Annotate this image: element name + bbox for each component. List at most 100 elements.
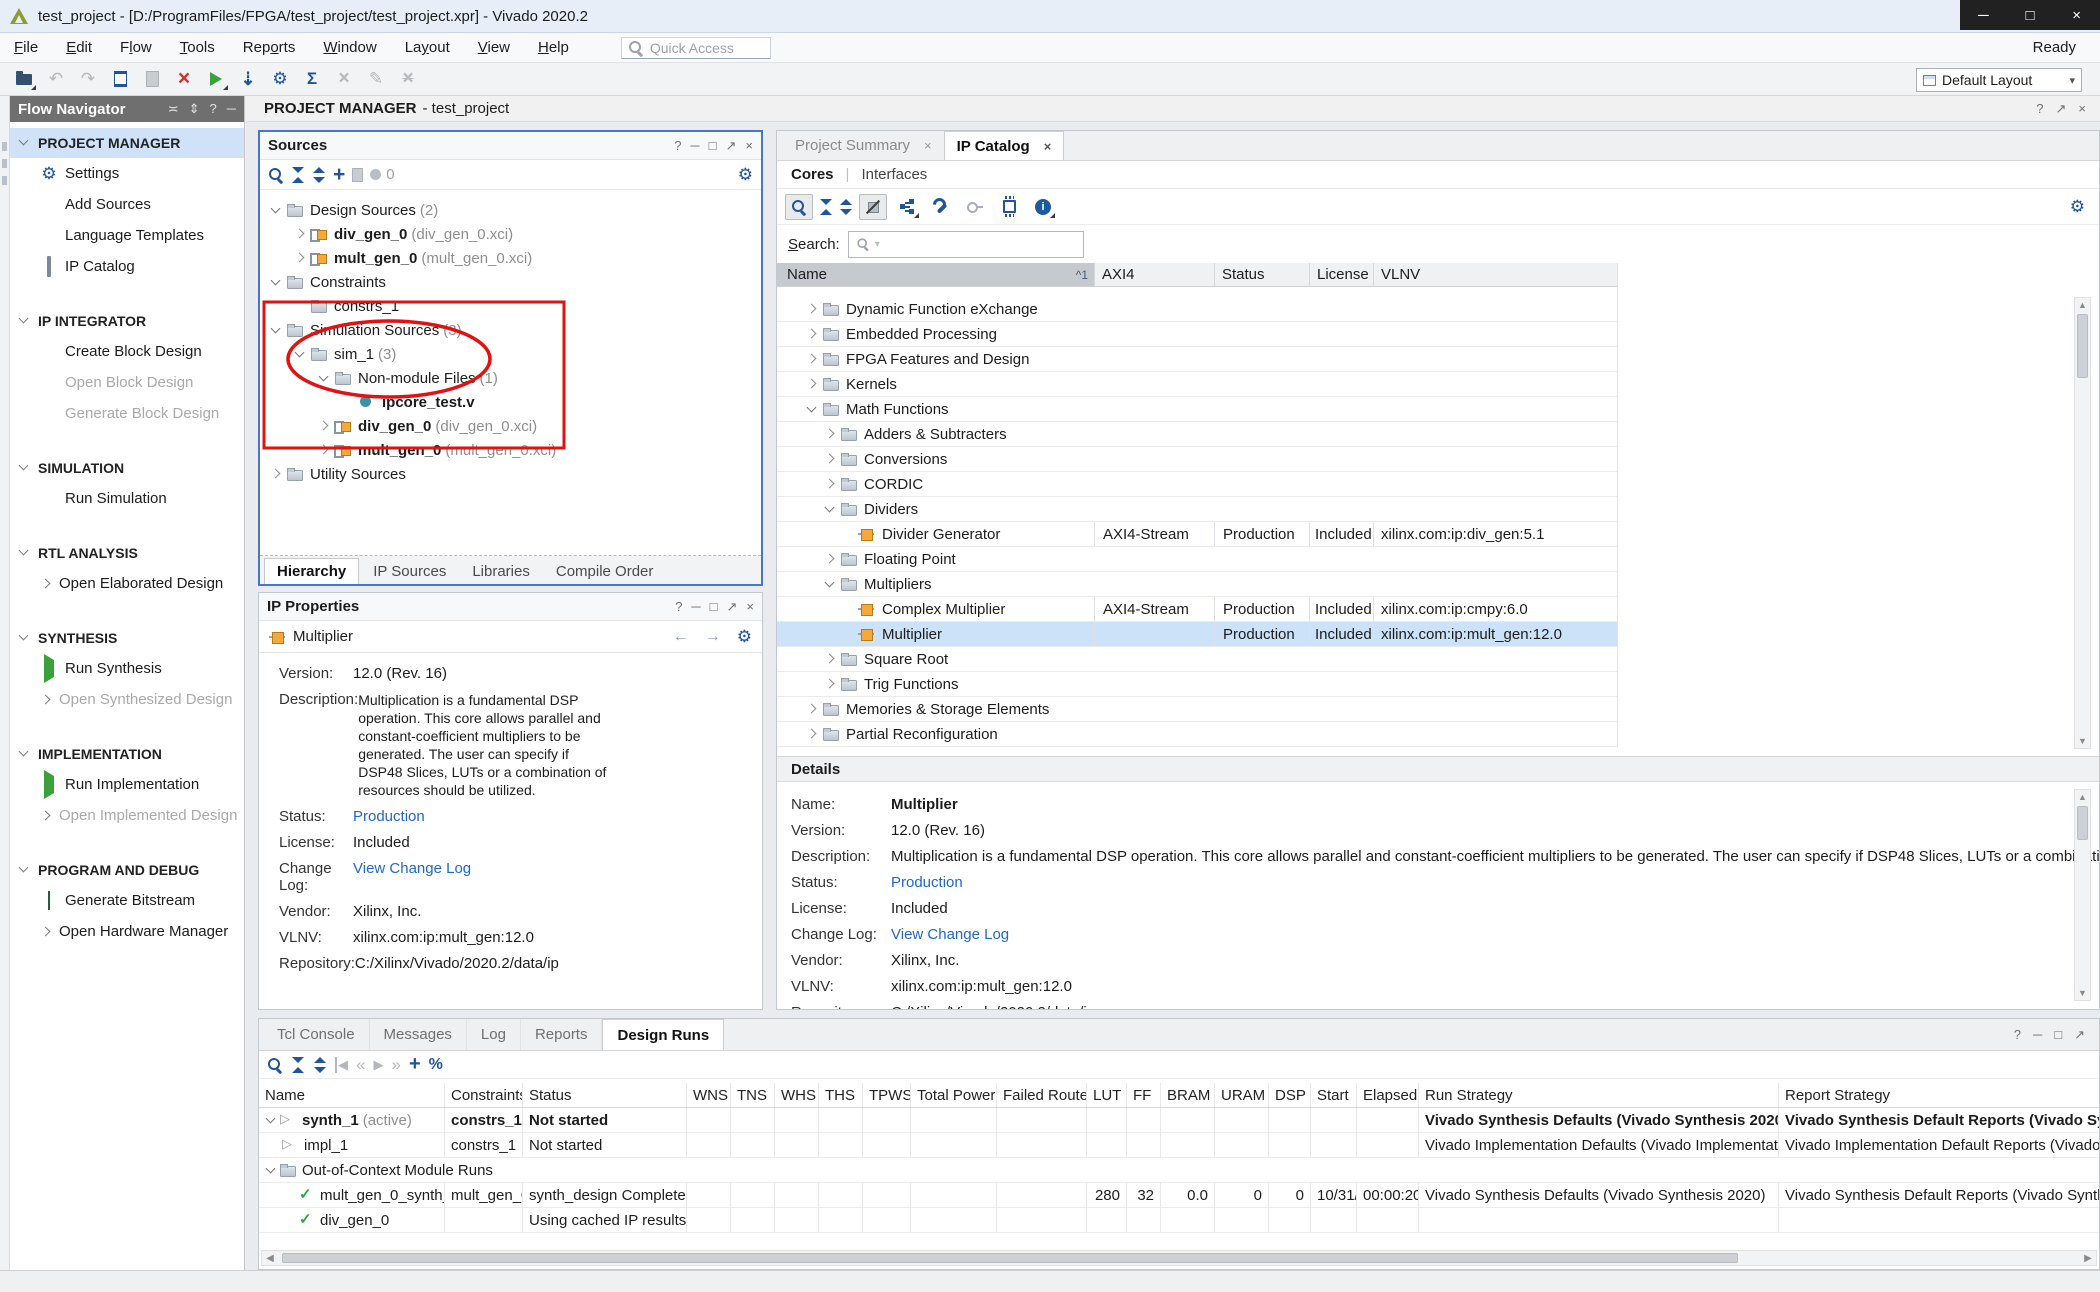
results-tab[interactable]: Tcl Console [263,1019,370,1050]
section-expander-icon[interactable] [18,137,30,149]
source-tree-row[interactable]: mult_gen_0 (mult_gen_0.xci) [260,438,761,462]
expander-icon[interactable] [263,1162,279,1178]
menu-item[interactable]: Reports [243,39,310,56]
search-icon[interactable] [268,167,284,183]
menu-item[interactable]: Window [323,39,390,56]
catalog-tree-row[interactable]: Complex Multiplier AXI4-Stream Productio… [777,597,1617,622]
minimize-button[interactable]: ─ [1968,7,1998,24]
expander-icon[interactable] [840,526,858,542]
detail-value[interactable]: xilinx.com:ip:mult_gen:12.0 [891,978,1072,995]
col-ff[interactable]: FF [1127,1083,1161,1107]
tab-close-icon[interactable]: × [1044,139,1052,154]
help-icon[interactable]: ? [2036,101,2043,117]
add-sources-icon[interactable]: + [333,163,345,187]
license-key-icon[interactable] [961,194,989,220]
col-wns[interactable]: WNS [687,1083,731,1107]
minimize-panel-icon[interactable]: ─ [2033,1027,2042,1043]
section-expander-icon[interactable] [18,748,30,760]
section-expander-icon[interactable] [18,864,30,876]
col-uram[interactable]: URAM [1215,1083,1269,1107]
collapse-all-icon[interactable] [291,167,305,183]
expander-icon[interactable] [840,601,858,617]
expander-icon[interactable] [822,426,840,442]
expander-icon[interactable] [822,551,840,567]
col-status[interactable]: Status [523,1083,687,1107]
document-icon[interactable] [106,66,134,92]
expander-icon[interactable] [840,626,858,642]
pen-icon[interactable]: ✎ [362,66,390,92]
design-run-row[interactable]: impl_1 constrs_1 Not started [259,1133,2099,1158]
source-tree-row[interactable]: div_gen_0 (div_gen_0.xci) [260,222,761,246]
property-value[interactable]: 12.0 (Rev. 16) [353,665,673,682]
detail-value[interactable]: Multiplier [891,796,958,813]
float-panel-icon[interactable]: ↗ [726,138,737,154]
menu-item[interactable]: File [14,39,52,56]
catalog-tree-row[interactable]: Square Root [777,647,1617,672]
collapse-all-icon[interactable] [291,1057,305,1073]
delete-icon[interactable]: × [170,66,198,92]
layout-selector[interactable]: Default Layout ▾ [1916,68,2082,92]
column-header-vlnv[interactable]: VLNV [1373,263,1617,286]
col-tns[interactable]: TNS [731,1083,775,1107]
details-scrollbar[interactable]: ▲ ▼ [2074,789,2091,1001]
close-button[interactable]: × [2062,7,2092,24]
expander-icon[interactable] [804,701,822,717]
scroll-up-icon[interactable]: ▲ [2075,298,2090,312]
col-start[interactable]: Start [1311,1083,1357,1107]
expander-icon[interactable] [268,274,286,290]
sources-view-tab[interactable]: Compile Order [544,559,666,584]
column-header-axi4[interactable]: AXI4 [1094,263,1214,286]
document-tab[interactable]: Project Summary × [783,131,944,160]
chip-icon[interactable] [995,194,1023,220]
item-expander-icon[interactable] [40,810,52,822]
settings-gear-icon[interactable]: ⚙ [2070,197,2085,217]
property-value[interactable]: C:/Xilinx/Vivado/2020.2/data/ip [355,955,675,972]
scroll-down-icon[interactable]: ▼ [2075,986,2090,1000]
expand-collapse-icon[interactable]: ⇕ [189,101,200,117]
expander-icon[interactable] [822,476,840,492]
expander-icon[interactable] [822,501,840,517]
property-value[interactable]: Xilinx, Inc. [353,903,673,920]
redo-icon[interactable]: ↷ [74,66,102,92]
expander-icon[interactable] [804,726,822,742]
property-value[interactable]: xilinx.com:ip:mult_gen:12.0 [353,929,673,946]
expander-icon[interactable] [822,451,840,467]
expander-icon[interactable] [340,394,358,410]
source-tree-row[interactable]: Non-module Files (1) [260,366,761,390]
col-report-strategy[interactable]: Report Strategy [1779,1083,2099,1107]
detail-value[interactable]: Production [891,874,963,891]
section-expander-icon[interactable] [18,315,30,327]
skip-icon[interactable]: × [394,66,422,92]
copy-icon[interactable] [138,66,166,92]
help-icon[interactable]: ? [2014,1027,2021,1043]
column-header-license[interactable]: License [1309,263,1373,286]
fast-forward-icon[interactable]: » [391,1055,400,1075]
cancel-icon[interactable]: × [330,66,358,92]
catalog-tree-row[interactable]: Trig Functions [777,672,1617,697]
tab-cores[interactable]: Cores [791,166,834,183]
quick-access-search[interactable]: Quick Access [621,37,771,59]
close-panel-icon[interactable]: × [745,138,753,154]
expand-all-icon[interactable] [839,199,853,215]
catalog-tree-row[interactable]: Multiplier Production Included xilinx.co… [777,622,1617,647]
expander-icon[interactable] [804,376,822,392]
run-icon[interactable] [202,66,230,92]
detail-value[interactable]: 12.0 (Rev. 16) [891,822,985,839]
expand-all-icon[interactable] [313,1057,327,1073]
expander-icon[interactable] [316,442,334,458]
scrollbar-thumb[interactable] [2077,314,2088,378]
minimize-panel-icon[interactable]: ─ [227,101,236,117]
minimize-panel-icon[interactable]: ─ [691,599,700,615]
detail-value[interactable]: Xilinx, Inc. [891,952,959,969]
property-value[interactable]: Multiplication is a fundamental DSP oper… [358,691,608,799]
col-ths[interactable]: THS [819,1083,863,1107]
horizontal-scrollbar[interactable]: ◀ ▶ [261,1250,2097,1266]
expander-icon[interactable] [292,298,310,314]
menu-item[interactable]: Tools [180,39,229,56]
source-tree-row[interactable]: sim_1 (3) [260,342,761,366]
catalog-tree-row[interactable]: CORDIC [777,472,1617,497]
results-tab[interactable]: Log [467,1019,521,1050]
step-icon[interactable]: ⇣ [234,66,262,92]
property-value[interactable]: Included [353,834,673,851]
expander-icon[interactable] [822,651,840,667]
